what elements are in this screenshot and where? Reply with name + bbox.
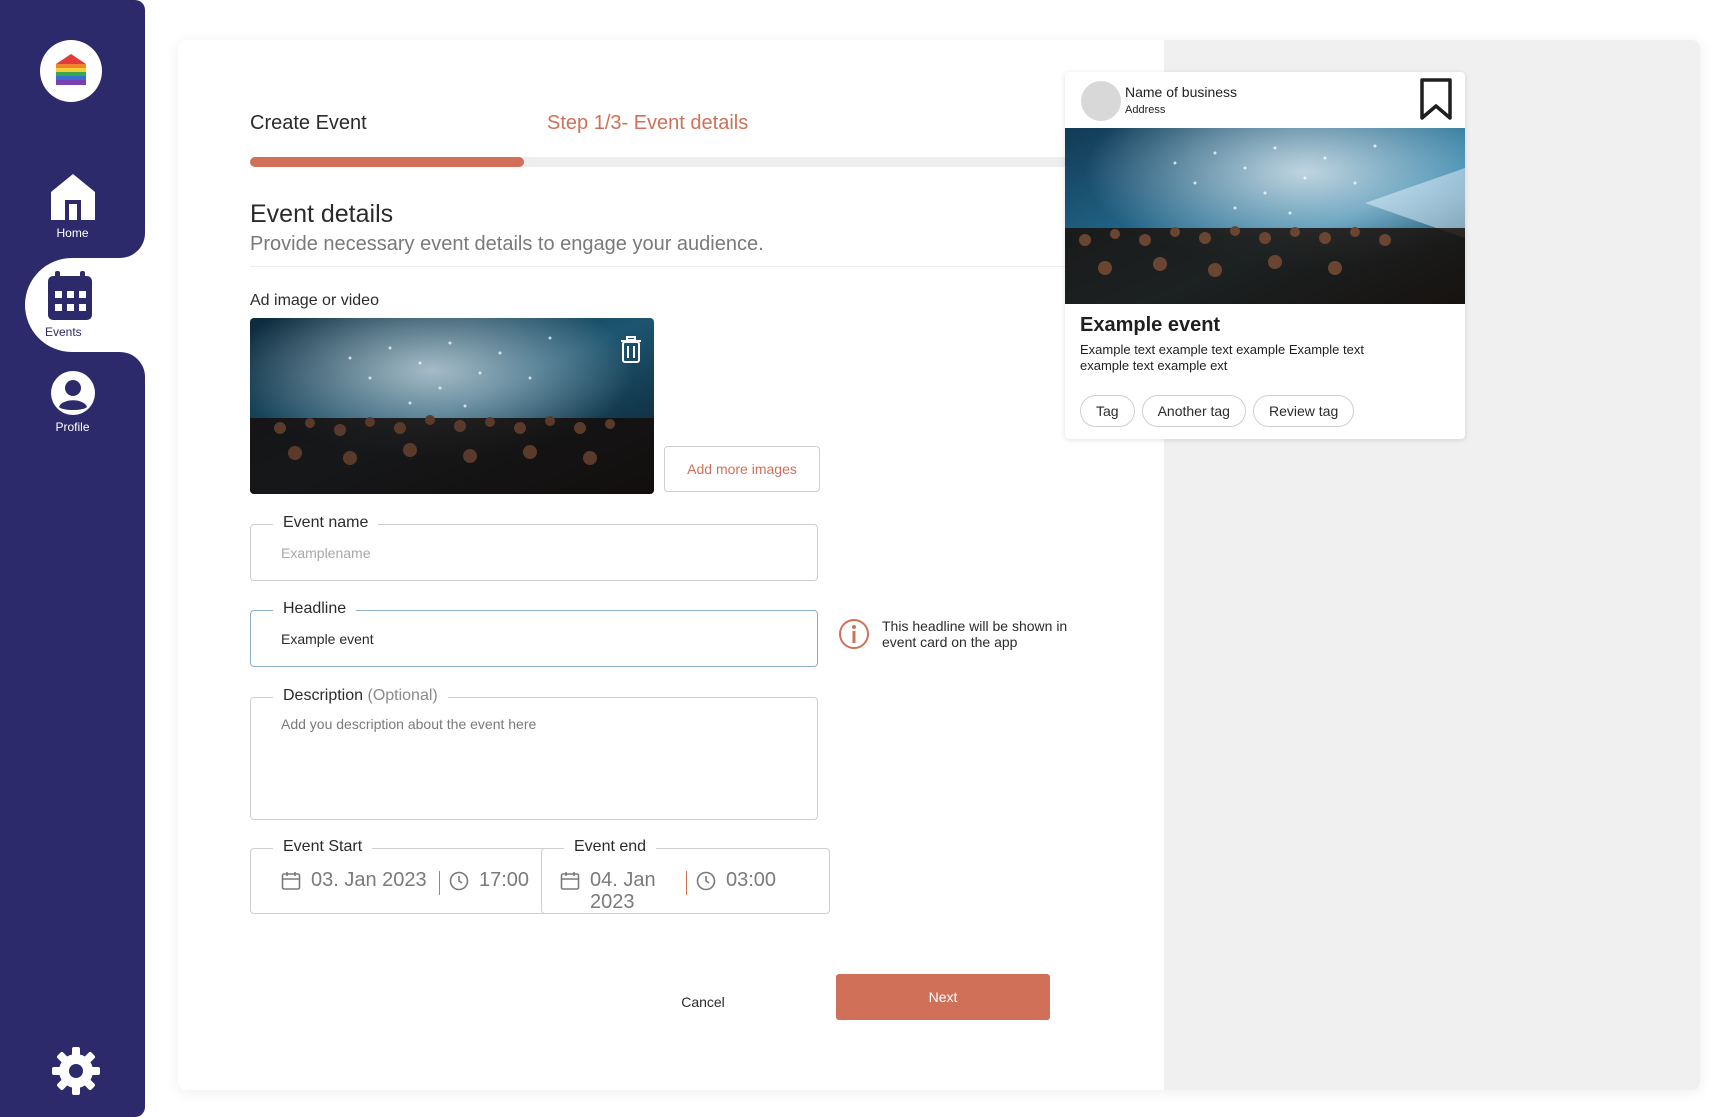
event-start-field[interactable]: Event Start 03. Jan 2023 17:00 (250, 838, 562, 914)
nav-events[interactable]: Events (25, 258, 165, 352)
headline-field[interactable]: Headline Example event (250, 600, 818, 667)
divider (439, 871, 440, 895)
headline-hint-text: This headline will be shown in event car… (882, 618, 1068, 650)
business-address: Address (1125, 104, 1166, 116)
event-preview-card: Name of business Address Example event E… (1065, 72, 1465, 439)
add-more-images-button[interactable]: Add more images (664, 446, 820, 492)
progress-bar (250, 157, 1073, 167)
info-icon (839, 619, 869, 649)
form-title: Create Event (250, 112, 367, 134)
description-label: Description (Optional) (273, 687, 448, 705)
nav-events-label: Events (45, 325, 82, 339)
event-end-time-text: 03:00 (726, 869, 777, 891)
headline-value: Example event (281, 631, 374, 647)
section-subtitle: Provide necessary event details to engag… (250, 233, 764, 255)
preview-tags: Tag Another tag Review tag (1080, 395, 1355, 427)
tag-chip[interactable]: Another tag (1141, 395, 1246, 427)
event-start-date[interactable]: 03. Jan 2023 (281, 869, 427, 892)
business-name: Name of business (1125, 84, 1238, 100)
calendar-outline-icon (560, 872, 580, 890)
description-label-text: Description (283, 687, 364, 704)
headline-label: Headline (273, 600, 357, 618)
rainbow-house-icon (56, 54, 86, 85)
event-start-label: Event Start (273, 838, 373, 856)
tag-chip[interactable]: Tag (1080, 395, 1135, 427)
event-end-time[interactable]: 03:00 (696, 869, 776, 892)
tag-chip[interactable]: Review tag (1252, 395, 1355, 427)
clock-icon (696, 871, 716, 890)
preview-image (1065, 128, 1465, 304)
delete-image-button[interactable] (620, 336, 642, 369)
nav-profile-label: Profile (55, 420, 90, 434)
event-end-field[interactable]: Event end 04. Jan 2023 03:00 (541, 838, 830, 914)
trash-icon (621, 336, 641, 363)
nav-active-curve-top (120, 218, 145, 258)
sidebar: Home Events Profile (0, 0, 165, 1117)
progress-bar-fill (250, 157, 525, 167)
event-end-label: Event end (564, 838, 657, 856)
event-start-date-text: 03. Jan 2023 (311, 869, 427, 891)
headline-hint: This headline will be shown in event car… (838, 618, 1082, 650)
app-logo[interactable] (40, 40, 102, 102)
nav-profile[interactable]: Profile (0, 370, 145, 434)
concert-image (250, 318, 654, 494)
next-button[interactable]: Next (836, 974, 1050, 1020)
preview-text: Example text example text example Exampl… (1080, 342, 1364, 373)
description-field[interactable]: Description (Optional) Add you descripti… (250, 687, 818, 820)
user-icon (50, 371, 95, 415)
cancel-button[interactable]: Cancel (638, 982, 768, 1022)
ad-image-thumbnail[interactable] (250, 318, 654, 494)
create-event-card: Create Event Step 1/3- Event details Eve… (178, 40, 1700, 1090)
step-indicator: Step 1/3- Event details (547, 112, 749, 134)
event-end-date[interactable]: 04. Jan 2023 (560, 869, 670, 913)
bookmark-button[interactable] (1419, 78, 1453, 125)
concert-image (1065, 128, 1465, 304)
event-name-label: Event name (273, 514, 379, 532)
home-icon (50, 174, 95, 220)
event-end-date-text: 04. Jan 2023 (590, 869, 656, 913)
nav-home-label: Home (56, 226, 89, 240)
event-name-field[interactable]: Event name Examplename (250, 514, 818, 581)
divider (686, 871, 687, 895)
event-start-time-text: 17:00 (479, 869, 530, 891)
section-divider (250, 266, 1073, 267)
calendar-outline-icon (281, 872, 301, 890)
gear-icon (52, 1047, 100, 1095)
section-title: Event details (250, 200, 394, 228)
settings-button[interactable] (50, 1045, 102, 1097)
description-optional-text: (Optional) (367, 687, 438, 704)
business-avatar (1081, 81, 1121, 121)
event-name-placeholder: Examplename (281, 545, 371, 561)
preview-title: Example event (1080, 314, 1221, 336)
bookmark-icon (1420, 78, 1452, 120)
clock-icon (449, 871, 469, 890)
calendar-icon (48, 271, 92, 320)
description-placeholder: Add you description about the event here (281, 716, 537, 732)
ad-media-label: Ad image or video (250, 292, 379, 309)
event-start-time[interactable]: 17:00 (449, 869, 529, 892)
